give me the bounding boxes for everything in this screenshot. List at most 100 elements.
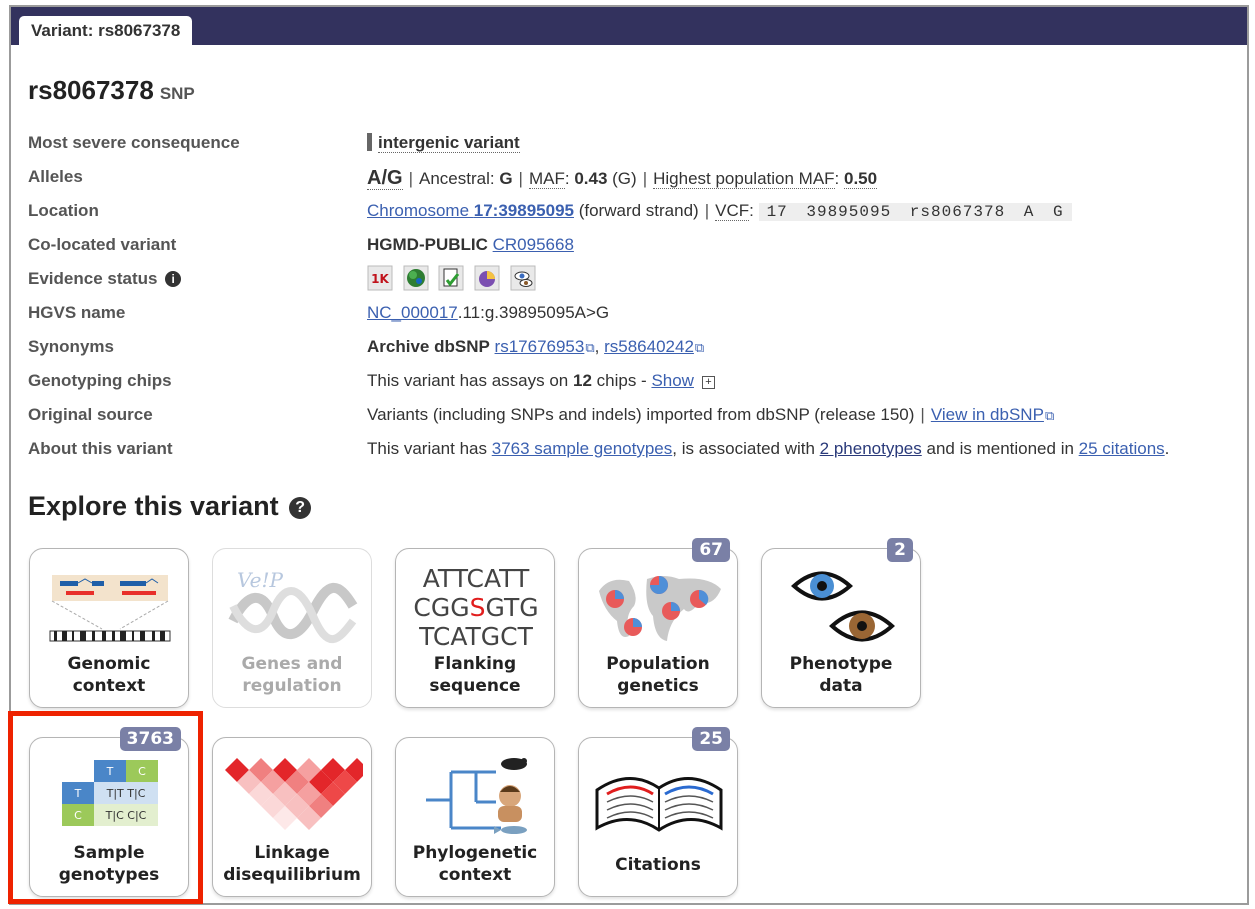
about-label: About this variant: [28, 439, 173, 458]
tile-label: data: [819, 676, 863, 696]
tile-label: Genes and: [241, 654, 343, 674]
about-text: .: [1164, 439, 1170, 458]
panel-header-bar: Variant: rs8067378: [11, 7, 1247, 45]
row-about: About this variant This variant has 3763…: [28, 435, 1238, 469]
frequency-icon[interactable]: [403, 265, 429, 291]
hgvs-label: HGVS name: [28, 303, 126, 322]
synonym-link[interactable]: rs58640242: [604, 337, 694, 356]
cited-icon[interactable]: [438, 265, 464, 291]
genomic-context-icon: [49, 575, 171, 642]
hapmap-icon[interactable]: [510, 265, 536, 291]
help-icon[interactable]: ?: [289, 497, 312, 519]
tile-label: Citations: [615, 855, 701, 875]
flanking-sequence-icon: ATTCATT CGGSGTG TCATGCT: [413, 564, 538, 651]
page-title: rs8067378 SNP: [28, 75, 195, 106]
about-text: This variant has: [367, 439, 492, 458]
tile-label: context: [438, 865, 512, 885]
tile-citations[interactable]: 25 Citations: [578, 727, 738, 897]
view-in-dbsnp-link[interactable]: View in dbSNP: [931, 405, 1044, 424]
expand-icon[interactable]: +: [701, 376, 715, 389]
tile-label: context: [72, 676, 146, 696]
row-evidence: Evidence status i 1K: [28, 265, 1238, 299]
tile-label: Linkage: [254, 843, 330, 863]
hgvs-notation: .11:g.39895095A>G: [457, 303, 610, 322]
source-text: Variants (including SNPs and indels) imp…: [367, 405, 915, 424]
highest-maf-value: 0.50: [844, 169, 878, 189]
colocated-id-link[interactable]: CR095668: [493, 235, 574, 254]
phenotypes-link[interactable]: 2 phenotypes: [820, 439, 922, 458]
book-icon: [595, 777, 723, 832]
tile-label: genetics: [617, 676, 699, 696]
row-consequence: Most severe consequence intergenic varia…: [28, 129, 1238, 163]
svg-text:CGGSGTG: CGGSGTG: [413, 593, 538, 622]
chips-label: Genotyping chips: [28, 371, 172, 390]
phylogenetic-tree-icon: [426, 758, 527, 834]
colocated-label: Co-located variant: [28, 235, 177, 254]
phenotype-icon[interactable]: [474, 265, 500, 291]
tile-phenotype-data[interactable]: 2 Phenotype data: [761, 538, 921, 708]
chromosome-link[interactable]: Chromosome 17:39895095: [367, 201, 574, 220]
sample-genotypes-link[interactable]: 3763 sample genotypes: [492, 439, 673, 458]
variant-type: SNP: [159, 84, 195, 103]
explore-title: Explore this variant: [28, 491, 279, 521]
about-text: , is associated with: [672, 439, 820, 458]
world-map-icon: [599, 576, 721, 641]
eyes-icon: [790, 571, 895, 642]
highest-maf-label: Highest population MAF: [653, 169, 835, 189]
tile-flanking-sequence[interactable]: ATTCATT CGGSGTG TCATGCT Flanking sequence: [395, 548, 555, 708]
count-badge: 67: [692, 538, 730, 562]
evidence-label: Evidence status: [28, 269, 158, 288]
vcf-value: 17 39895095 rs8067378 A G: [758, 203, 1072, 221]
variant-id: rs8067378: [28, 75, 154, 105]
synonym-link[interactable]: rs17676953: [495, 337, 585, 356]
row-chips: Genotyping chips This variant has assays…: [28, 367, 1238, 401]
location-label: Location: [28, 201, 99, 220]
tile-phylogenetic-context[interactable]: Phylogenetic context: [395, 737, 555, 897]
tile-label: Population: [606, 654, 710, 674]
ancestral-label: Ancestral:: [418, 169, 495, 188]
evidence-label-wrap: Evidence status i: [28, 269, 182, 289]
tab-variant[interactable]: Variant: rs8067378: [19, 16, 193, 45]
consequence-color-bar: [367, 133, 372, 151]
allele-value: A/G: [367, 167, 403, 190]
tile-genomic-context[interactable]: Genomic context: [29, 548, 189, 708]
tile-linkage-disequilibrium[interactable]: Linkage disequilibrium: [212, 737, 372, 897]
info-icon[interactable]: i: [165, 271, 182, 287]
svg-text:TCATGCT: TCATGCT: [418, 622, 534, 651]
svg-text:Ve!P: Ve!P: [237, 568, 283, 592]
synonyms-label: Synonyms: [28, 337, 114, 356]
tile-label: regulation: [242, 676, 342, 696]
hgvs-ref-link[interactable]: NC_000017: [367, 303, 458, 322]
consequence-value: intergenic variant: [378, 133, 520, 153]
external-link-icon: ⧉: [585, 340, 595, 355]
tile-label: Phenotype: [789, 654, 893, 674]
chips-text-pre: This variant has assays on: [367, 371, 573, 390]
row-synonyms: Synonyms Archive dbSNP rs17676953⧉, rs58…: [28, 337, 705, 356]
citations-link[interactable]: 25 citations: [1079, 439, 1165, 458]
variant-summary: Most severe consequence intergenic varia…: [28, 129, 1238, 469]
chips-text-post: chips -: [591, 371, 652, 390]
ld-heatmap-icon: [225, 758, 363, 830]
row-colocated: Co-located variant HGMD-PUBLIC CR095668: [28, 231, 1238, 265]
tile-label: sequence: [429, 676, 521, 696]
tile-label: Phylogenetic: [412, 843, 538, 863]
consequence-label: Most severe consequence: [28, 133, 240, 152]
ancestral-value: G: [499, 169, 513, 188]
vcf-label: VCF: [715, 201, 750, 221]
tile-population-genetics[interactable]: 67 Population genetics: [578, 538, 738, 708]
vep-icon: Ve!P: [228, 568, 358, 644]
tile-label: Genomic: [67, 654, 151, 674]
maf-value: 0.43: [574, 169, 608, 188]
external-link-icon: ⧉: [1044, 408, 1055, 423]
count-badge: 2: [887, 538, 913, 562]
maf-allele: (G): [612, 169, 637, 188]
source-label: Original source: [28, 405, 153, 424]
show-chips-link[interactable]: Show: [651, 371, 694, 390]
selection-highlight: [8, 711, 203, 904]
external-link-icon: ⧉: [694, 340, 705, 355]
1000-genomes-icon[interactable]: 1K: [367, 265, 393, 291]
count-badge: 25: [692, 727, 730, 751]
maf-label: MAF: [528, 169, 565, 189]
chips-count: 12: [572, 371, 592, 390]
about-text: and is mentioned in: [921, 439, 1079, 458]
